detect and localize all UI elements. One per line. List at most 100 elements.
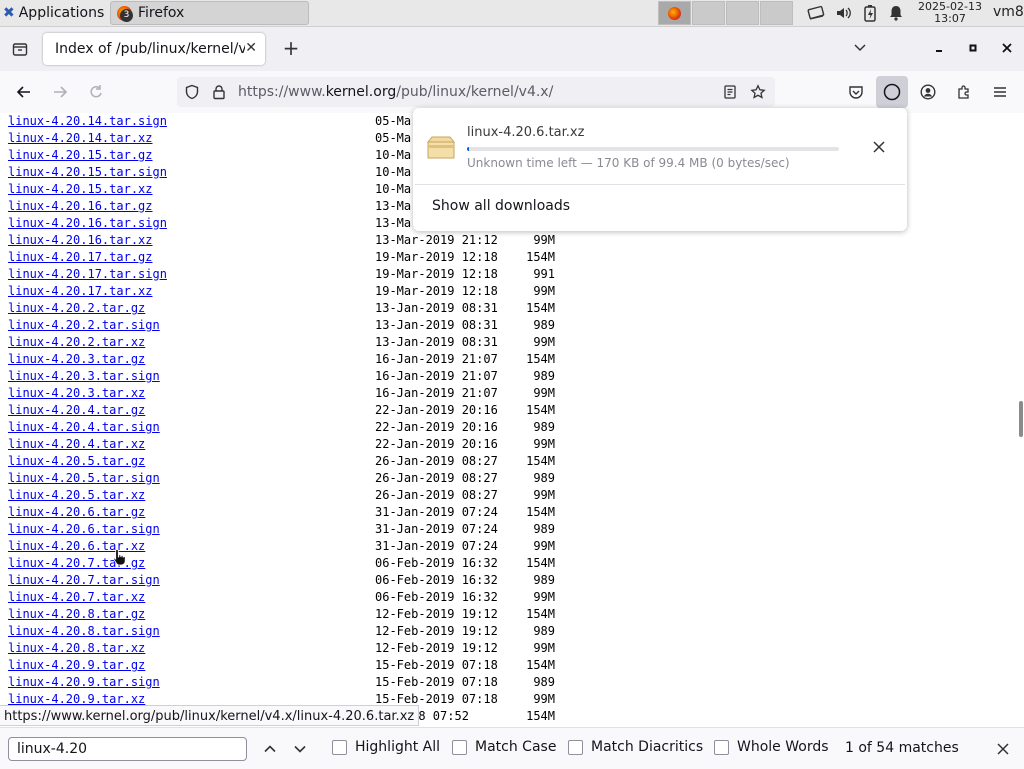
extensions-button[interactable] [952, 80, 976, 104]
reader-view-icon[interactable] [719, 81, 741, 103]
applications-label: Applications [18, 5, 105, 21]
reload-button[interactable] [84, 80, 108, 104]
battery-icon[interactable] [859, 0, 881, 26]
pocket-button[interactable] [844, 80, 868, 104]
reload-icon [90, 85, 102, 98]
lock-icon[interactable] [208, 81, 230, 103]
checkbox-box[interactable] [714, 739, 729, 755]
find-input[interactable] [8, 737, 247, 761]
file-date: 12-Feb-2019 19:12 [375, 607, 498, 621]
file-link[interactable]: linux-4.20.7.tar.xz [8, 589, 145, 606]
volume-icon[interactable] [833, 0, 855, 26]
file-link[interactable]: linux-4.20.4.tar.sign [8, 419, 160, 436]
file-link[interactable]: linux-4.20.15.tar.gz [8, 147, 153, 164]
file-link[interactable]: linux-4.20.17.tar.sign [8, 266, 167, 283]
arrow-left-icon [16, 86, 30, 98]
new-tab-button[interactable]: + [279, 36, 303, 60]
file-link[interactable]: linux-4.20.16.tar.xz [8, 232, 153, 249]
file-link[interactable]: linux-4.20.16.tar.gz [8, 198, 153, 215]
back-button[interactable] [12, 80, 36, 104]
cancel-download-button[interactable] [868, 136, 890, 158]
file-size: 989 [533, 522, 555, 536]
file-date: 31-Jan-2019 07:24 [375, 539, 498, 553]
file-link[interactable]: linux-4.20.2.tar.sign [8, 317, 160, 334]
forward-button[interactable] [48, 80, 72, 104]
file-link[interactable]: linux-4.20.3.tar.sign [8, 368, 160, 385]
file-link[interactable]: linux-4.20.5.tar.sign [8, 470, 160, 487]
downloads-button[interactable] [876, 76, 908, 108]
listing-row: linux-4.20.8.tar.sign 12-Feb-2019 19:12 98… [8, 623, 568, 640]
file-link[interactable]: linux-4.20.6.tar.sign [8, 521, 160, 538]
file-link[interactable]: linux-4.20.15.tar.sign [8, 164, 167, 181]
url-bar[interactable]: https://www.kernel.org/pub/linux/kernel/… [177, 77, 775, 107]
file-link[interactable]: linux-4.20.4.tar.gz [8, 402, 145, 419]
file-link[interactable]: linux-4.20.6.tar.gz [8, 504, 145, 521]
file-link[interactable]: linux-4.20.2.tar.xz [8, 334, 145, 351]
download-filename[interactable]: linux-4.20.6.tar.xz [467, 125, 584, 140]
file-link[interactable]: linux-4.20.9.tar.sign [8, 674, 160, 691]
pocket-icon [849, 86, 863, 99]
checkbox-box[interactable] [332, 739, 347, 755]
file-link[interactable]: linux-4.20.5.tar.xz [8, 487, 145, 504]
notification-bell-icon[interactable] [885, 0, 907, 26]
close-icon [1002, 43, 1012, 53]
file-link[interactable]: linux-4.20.8.tar.gz [8, 606, 145, 623]
workspace-2[interactable] [692, 1, 725, 25]
workspace-3[interactable] [726, 1, 759, 25]
checkbox-box[interactable] [568, 739, 583, 755]
minimize-button[interactable] [927, 37, 951, 61]
account-button[interactable] [916, 80, 940, 104]
show-all-downloads-button[interactable]: Show all downloads [432, 198, 570, 214]
scrollbar-thumb[interactable] [1019, 401, 1023, 437]
file-link[interactable]: linux-4.20.7.tar.sign [8, 572, 160, 589]
file-link[interactable]: linux-4.20.5.tar.gz [8, 453, 145, 470]
file-link[interactable]: linux-4.20.8.tar.sign [8, 623, 160, 640]
workspace-4[interactable] [760, 1, 793, 25]
file-link[interactable]: linux-4.20.4.tar.xz [8, 436, 145, 453]
list-all-tabs-button[interactable] [852, 39, 868, 59]
tab-close-icon[interactable]: ✕ [245, 40, 257, 56]
listing-row: linux-4.20.17.tar.xz 19-Mar-2019 12:18 99M [8, 283, 568, 300]
file-size: 99M [533, 539, 555, 553]
file-link[interactable]: linux-4.20.3.tar.gz [8, 351, 145, 368]
file-size: 99M [533, 437, 555, 451]
file-link[interactable]: linux-4.20.14.tar.xz [8, 130, 153, 147]
taskbar-firefox[interactable]: 3 Firefox [110, 1, 309, 25]
file-link[interactable]: linux-4.20.9.tar.gz [8, 657, 145, 674]
match-case-checkbox[interactable]: Match Case [452, 739, 556, 755]
file-size: 989 [533, 420, 555, 434]
file-link[interactable]: linux-4.20.16.tar.sign [8, 215, 167, 232]
maximize-button[interactable] [961, 37, 985, 61]
match-case-label: Match Case [475, 739, 557, 755]
close-find-bar-button[interactable] [992, 738, 1014, 760]
app-menu-button[interactable] [988, 80, 1012, 104]
url-text[interactable]: https://www.kernel.org/pub/linux/kernel/… [238, 84, 553, 100]
file-link[interactable]: linux-4.20.17.tar.gz [8, 249, 153, 266]
minimize-icon [936, 50, 942, 52]
file-link[interactable]: linux-4.20.15.tar.xz [8, 181, 153, 198]
file-link[interactable]: linux-4.20.8.tar.xz [8, 640, 145, 657]
file-link[interactable]: linux-4.20.14.tar.sign [8, 113, 167, 130]
match-diacritics-checkbox[interactable]: Match Diacritics [568, 739, 703, 755]
file-size: 989 [533, 573, 555, 587]
tracking-protection-shield-icon[interactable] [181, 81, 203, 103]
file-size: 989 [533, 675, 555, 689]
find-next-button[interactable] [288, 738, 312, 760]
highlight-all-checkbox[interactable]: Highlight All [332, 739, 440, 755]
bookmark-star-icon[interactable] [747, 81, 769, 103]
firefox-view-button[interactable] [8, 37, 32, 61]
checkbox-box[interactable] [452, 739, 467, 755]
network-icon[interactable] [805, 0, 827, 26]
clock[interactable]: 2025-02-13 13:07 [912, 1, 988, 25]
download-progress-bar [467, 147, 839, 151]
file-size: 989 [533, 369, 555, 383]
file-link[interactable]: linux-4.20.3.tar.xz [8, 385, 145, 402]
whole-words-checkbox[interactable]: Whole Words [714, 739, 829, 755]
file-link[interactable]: linux-4.20.17.tar.xz [8, 283, 153, 300]
tab-kernel-index[interactable]: Index of /pub/linux/kernel/v4.x/ ✕ [43, 33, 265, 65]
file-link[interactable]: linux-4.20.2.tar.gz [8, 300, 145, 317]
workspace-1[interactable] [658, 1, 691, 25]
applications-menu[interactable]: ✖ Applications [0, 0, 104, 26]
window-close-button[interactable] [995, 37, 1019, 61]
find-previous-button[interactable] [258, 738, 282, 760]
